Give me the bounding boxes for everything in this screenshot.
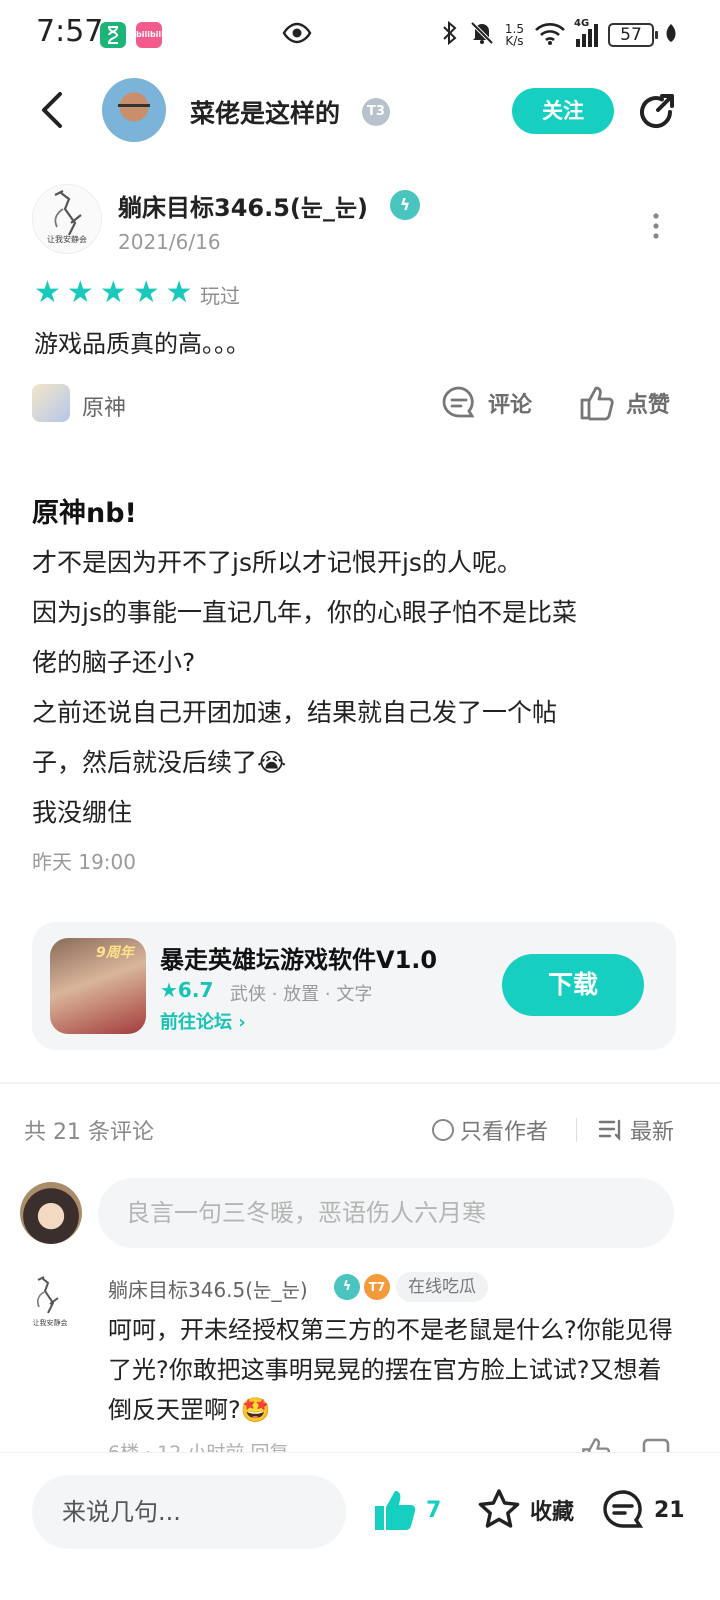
eye-icon (282, 20, 312, 50)
quick-comment-input[interactable]: 来说几句... (32, 1475, 346, 1549)
lightning-badge-icon: ϟ (334, 1274, 360, 1300)
post-line: 佬的脑子还小? (32, 648, 196, 677)
level-badge: T3 (362, 98, 390, 126)
post-line: 之前还说自己开团加速，结果就自己发了一个帖 (32, 698, 558, 727)
star-icon: ★ (99, 275, 127, 310)
author-name[interactable]: 菜佬是这样的 (190, 94, 340, 130)
post-line: 才不是因为开不了js所以才记恨开js的人呢。 (32, 548, 522, 577)
star-icon: ★ (165, 275, 193, 310)
wifi-icon (534, 21, 566, 49)
star-outline-icon (478, 1489, 520, 1528)
more-options-icon[interactable] (646, 206, 666, 246)
radio-icon (432, 1119, 454, 1141)
review-game-name[interactable]: 原神 (82, 390, 126, 422)
post-line: 我没绷住 (32, 798, 133, 827)
post-line: 因为js的事能一直记几年，你的心眼子怕不是比菜 (32, 598, 577, 627)
lightning-badge-icon: ϟ (390, 190, 420, 220)
sort-icon (598, 1119, 621, 1141)
hourglass-app-icon (100, 22, 126, 48)
author-only-toggle[interactable]: 只看作者 (432, 1114, 548, 1146)
back-icon[interactable] (34, 88, 74, 132)
played-label: 玩过 (200, 284, 240, 308)
comment-icon (442, 386, 475, 418)
leaf-icon (664, 22, 678, 48)
status-time: 7:57 (36, 14, 104, 49)
thumbs-up-icon (580, 386, 614, 421)
comment-icon (603, 1490, 644, 1528)
thumbs-up-filled-icon (375, 1491, 416, 1530)
post-title: 原神nb! (32, 498, 137, 529)
comments-header: 共 21 条评论 只看作者 最新 (0, 1112, 720, 1146)
author-avatar[interactable] (102, 78, 166, 142)
star-icon: ★ (34, 275, 61, 310)
favorite-button[interactable]: 收藏 (476, 1487, 574, 1533)
game-card[interactable]: 9周年 暴走英雄坛游戏软件V1.0 ★6.7 武侠 · 放置 · 文字 前往论坛… (32, 922, 676, 1050)
post-content: 原神nb! 才不是因为开不了js所以才记恨开js的人呢。 因为js的事能一直记几… (32, 490, 682, 874)
review-date: 2021/6/16 (118, 230, 221, 254)
comment-body: 呵呵，开未经授权第三方的不是老鼠是什么?你能见得了光?你敢把这事明晃晃的摆在官方… (108, 1316, 673, 1424)
post-line: 子，然后就没后续了😭 (32, 748, 287, 777)
post-body: 才不是因为开不了js所以才记恨开js的人呢。 因为js的事能一直记几年，你的心眼… (32, 538, 682, 838)
game-title[interactable]: 暴走英雄坛游戏软件V1.0 (160, 940, 437, 975)
share-icon[interactable] (634, 90, 678, 134)
game-thumbnail[interactable] (32, 384, 70, 422)
anniversary-badge: 9周年 (96, 945, 134, 961)
comment-count: 共 21 条评论 (24, 1120, 154, 1145)
comments-button[interactable]: 21 (600, 1487, 685, 1533)
game-icon[interactable]: 9周年 (50, 938, 146, 1034)
commenter-name[interactable]: 躺床目标346.5(눈_눈) (108, 1274, 308, 1303)
like-button[interactable]: 7 (372, 1487, 441, 1533)
comment-total: 21 (654, 1497, 685, 1523)
network-speed: 1.5 K/s (504, 22, 524, 48)
level-badge: T7 (364, 1274, 390, 1300)
cell-signal-icon: 4G (574, 18, 598, 47)
bilibili-app-icon: bilibili (136, 22, 164, 48)
status-icons: 1.5 K/s 4G 57 (441, 18, 678, 52)
my-avatar[interactable] (20, 1182, 82, 1244)
header: 菜佬是这样的 T3 关注 (0, 70, 720, 154)
sort-button[interactable]: 最新 (598, 1114, 674, 1146)
review-author-name[interactable]: 躺床目标346.5(눈_눈) (118, 188, 368, 223)
review-like-button[interactable]: 点赞 (578, 384, 670, 422)
review-text: 游戏品质真的高。。。 (34, 330, 250, 358)
mute-bell-icon (469, 20, 495, 50)
like-count: 7 (426, 1497, 442, 1523)
status-bar: 7:57 bilibili 1.5 K/s 4G 57 (0, 0, 720, 70)
bottom-bar: 来说几句... 7 收藏 21 (0, 1452, 720, 1600)
commenter-tag: 在线吃瓜 (396, 1272, 488, 1302)
section-divider (0, 1082, 720, 1084)
follow-button[interactable]: 关注 (512, 88, 614, 134)
star-icon: ★ (66, 275, 94, 310)
post-time: 昨天 19:00 (32, 850, 136, 874)
forum-link[interactable]: 前往论坛 › (160, 1008, 246, 1034)
game-tags: 武侠 · 放置 · 文字 (230, 984, 373, 1005)
separator (576, 1118, 577, 1142)
bluetooth-icon (441, 20, 459, 50)
bird-sketch-icon (37, 1276, 59, 1314)
star-icon: ★ (132, 275, 160, 310)
download-button[interactable]: 下载 (502, 954, 644, 1016)
game-rating: ★6.7 (160, 978, 214, 1002)
review-comment-button[interactable]: 评论 (440, 384, 532, 422)
bird-sketch-icon (54, 190, 82, 236)
battery-indicator: 57 (608, 23, 658, 47)
commenter-avatar-caption: 让我安静会 (32, 1319, 68, 1327)
rating-stars: ★ ★ ★ ★ ★ (34, 278, 193, 308)
comment-input[interactable] (98, 1178, 674, 1248)
review-author-avatar[interactable]: 让我安静会 (32, 184, 102, 254)
